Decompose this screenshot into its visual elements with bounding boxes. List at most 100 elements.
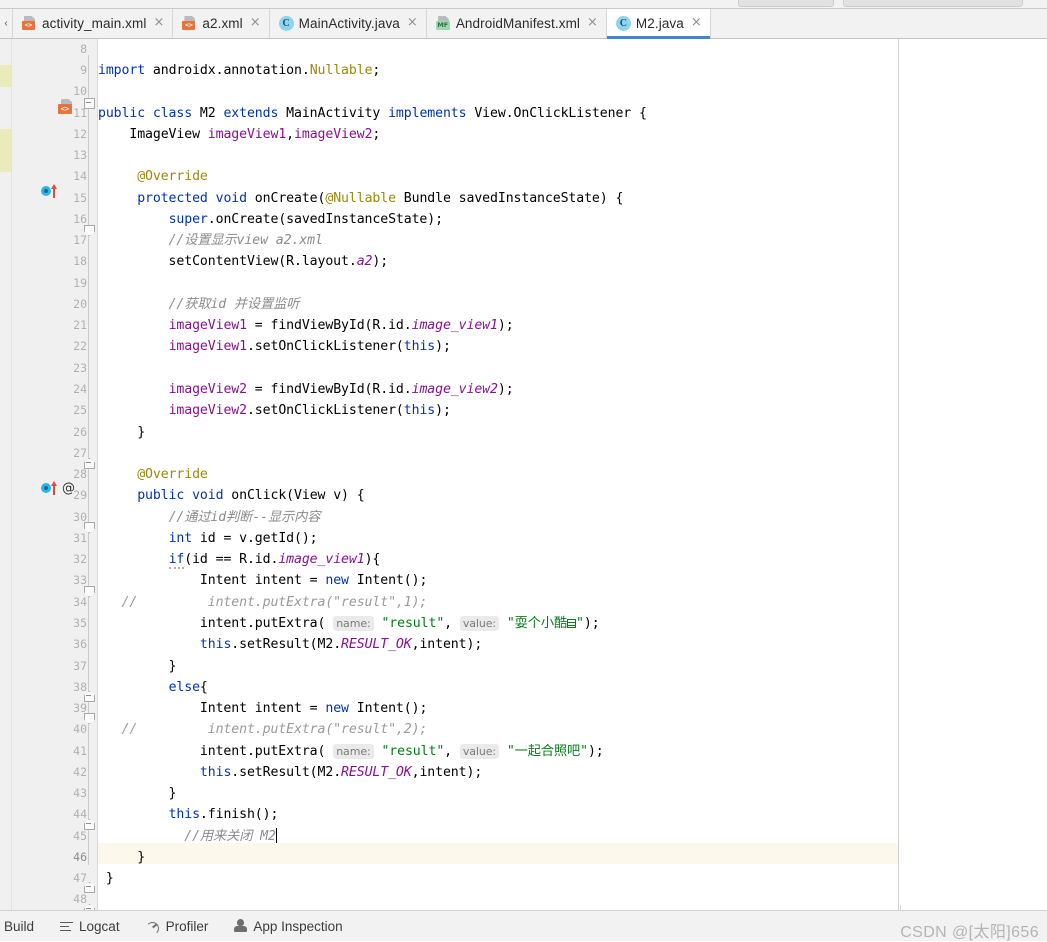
editor-tab-mainactivity-java[interactable]: C MainActivity.java ×	[270, 9, 427, 38]
code-line-11[interactable]: public class M2 extends MainActivity imp…	[98, 103, 647, 124]
code-line-29[interactable]: public void onClick(View v) {	[98, 485, 364, 506]
toolbar-strip	[0, 0, 1047, 9]
code-line-34[interactable]: intent.putExtra("result",1);	[98, 592, 428, 613]
line-number: 27	[73, 446, 87, 460]
code-line-12[interactable]: ImageView imageView1,imageView2;	[98, 124, 380, 145]
line-number: 21	[73, 318, 87, 332]
line-number: 28	[73, 467, 87, 481]
java-class-icon: C	[278, 16, 294, 31]
status-label: Profiler	[165, 918, 209, 934]
status-item-profiler[interactable]: Profiler	[145, 918, 209, 935]
line-number: 20	[73, 297, 87, 311]
code-line-21[interactable]: imageView1 = findViewById(R.id.image_vie…	[98, 315, 514, 336]
tab-label: MainActivity.java	[298, 16, 400, 31]
change-marker[interactable]	[0, 129, 11, 151]
code-line-42[interactable]: this.setResult(M2.RESULT_OK,intent);	[98, 762, 482, 783]
code-line-25[interactable]: imageView2.setOnClickListener(this);	[98, 400, 451, 421]
code-line-37[interactable]: }	[98, 656, 177, 677]
changed-lines-marker-strip[interactable]	[0, 39, 12, 910]
inlay-hint-name: name:	[333, 744, 374, 759]
line-number: 16	[73, 212, 87, 226]
close-icon[interactable]: ×	[689, 16, 704, 31]
close-icon[interactable]: ×	[151, 16, 166, 31]
line-number: 10	[73, 84, 87, 98]
tab-label: a2.xml	[202, 16, 243, 31]
profiler-icon	[145, 920, 160, 935]
code-line-18[interactable]: setContentView(R.layout.a2);	[98, 251, 389, 272]
line-number: 25	[73, 403, 87, 417]
emoji-placeholder-icon	[567, 619, 577, 628]
code-line-20[interactable]: //获取id 并设置监听	[98, 294, 300, 315]
line-number: 11	[73, 106, 87, 120]
xml-layout-icon	[22, 16, 37, 31]
code-line-39[interactable]: Intent intent = new Intent();	[98, 698, 427, 719]
code-line-16[interactable]: super.onCreate(savedInstanceState);	[98, 209, 443, 230]
code-line-32[interactable]: if(id == R.id.image_view1){	[98, 549, 380, 570]
code-line-26[interactable]: }	[98, 422, 145, 443]
line-number: 13	[73, 148, 87, 162]
code-line-35[interactable]: intent.putExtra( name: "result", value: …	[98, 613, 600, 634]
code-line-24[interactable]: imageView2 = findViewById(R.id.image_vie…	[98, 379, 514, 400]
line-number: 23	[73, 361, 87, 375]
status-item-build[interactable]: Build	[4, 919, 34, 934]
tab-scroll-left-icon[interactable]: ‹	[0, 9, 12, 38]
code-line-45[interactable]: //用来关闭 M2	[98, 826, 278, 847]
close-icon[interactable]: ×	[585, 16, 600, 31]
line-number: 39	[73, 701, 87, 715]
line-number: 45	[73, 829, 87, 843]
line-number: 35	[73, 616, 87, 630]
line-number: 15	[73, 191, 87, 205]
line-number: 31	[73, 531, 87, 545]
toolbar-control-partial-1[interactable]	[738, 0, 834, 7]
bottom-status-bar: Build Logcat Profiler App Inspection	[0, 910, 1047, 941]
code-line-36[interactable]: this.setResult(M2.RESULT_OK,intent);	[98, 634, 482, 655]
editor-tab-m2-java[interactable]: C M2.java ×	[606, 9, 711, 39]
inlay-hint-name: name:	[333, 616, 374, 631]
line-number: 9	[80, 63, 87, 77]
code-line-15[interactable]: protected void onCreate(@Nullable Bundle…	[98, 188, 623, 209]
status-item-logcat[interactable]: Logcat	[60, 919, 120, 934]
code-line-46[interactable]: }	[98, 847, 145, 868]
line-number: 14	[73, 169, 87, 183]
code-line-9[interactable]: import androidx.annotation.Nullable;	[98, 60, 380, 81]
line-number: 42	[73, 765, 87, 779]
editor-tab-activity-main-xml[interactable]: activity_main.xml ×	[12, 9, 174, 38]
editor-tab-androidmanifest-xml[interactable]: AndroidManifest.xml ×	[427, 9, 607, 38]
status-label: Build	[4, 918, 35, 934]
code-line-33[interactable]: Intent intent = new Intent();	[98, 570, 427, 591]
inlay-hint-value: value:	[459, 744, 499, 759]
code-line-14[interactable]: @Override	[98, 166, 208, 187]
change-marker[interactable]	[0, 65, 11, 87]
line-number: 48	[73, 892, 87, 906]
status-label: App Inspection	[253, 918, 343, 934]
code-line-17[interactable]: //设置显示view a2.xml	[98, 230, 323, 251]
line-number: 8	[80, 42, 87, 56]
code-line-43[interactable]: }	[98, 783, 177, 804]
line-number: 19	[73, 276, 87, 290]
line-number: 24	[73, 382, 87, 396]
line-number: 33	[73, 573, 87, 587]
change-marker[interactable]	[0, 151, 11, 172]
code-line-41[interactable]: intent.putExtra( name: "result", value: …	[98, 741, 604, 762]
xml-layout-icon	[182, 16, 197, 31]
line-number: 47	[73, 871, 87, 885]
toolbar-control-partial-2[interactable]	[843, 0, 1023, 7]
line-number: 12	[73, 127, 87, 141]
close-icon[interactable]: ×	[248, 16, 263, 31]
code-editor[interactable]: @ 8 9 10 11 12 13 14 15 16 17 18 19 20 2…	[0, 39, 1047, 910]
code-line-28[interactable]: @Override	[98, 464, 208, 485]
status-label: Logcat	[79, 918, 120, 934]
code-line-44[interactable]: this.finish();	[98, 804, 279, 825]
code-line-31[interactable]: int id = v.getId();	[98, 528, 318, 549]
line-number: 18	[73, 254, 87, 268]
code-line-30[interactable]: //通过id判断--显示内容	[98, 507, 321, 528]
close-icon[interactable]: ×	[405, 16, 420, 31]
editor-tab-a2-xml[interactable]: a2.xml ×	[173, 9, 270, 38]
code-line-38[interactable]: else{	[98, 677, 208, 698]
status-item-app-inspection[interactable]: App Inspection	[234, 918, 343, 934]
code-line-47[interactable]: }	[98, 868, 114, 889]
editor-tab-bar: ‹ activity_main.xml × a2.xml × C MainAct…	[0, 9, 1047, 39]
inlay-hint-value: value:	[459, 616, 499, 631]
code-line-40[interactable]: intent.putExtra("result",2);	[98, 719, 428, 740]
code-line-22[interactable]: imageView1.setOnClickListener(this);	[98, 336, 451, 357]
